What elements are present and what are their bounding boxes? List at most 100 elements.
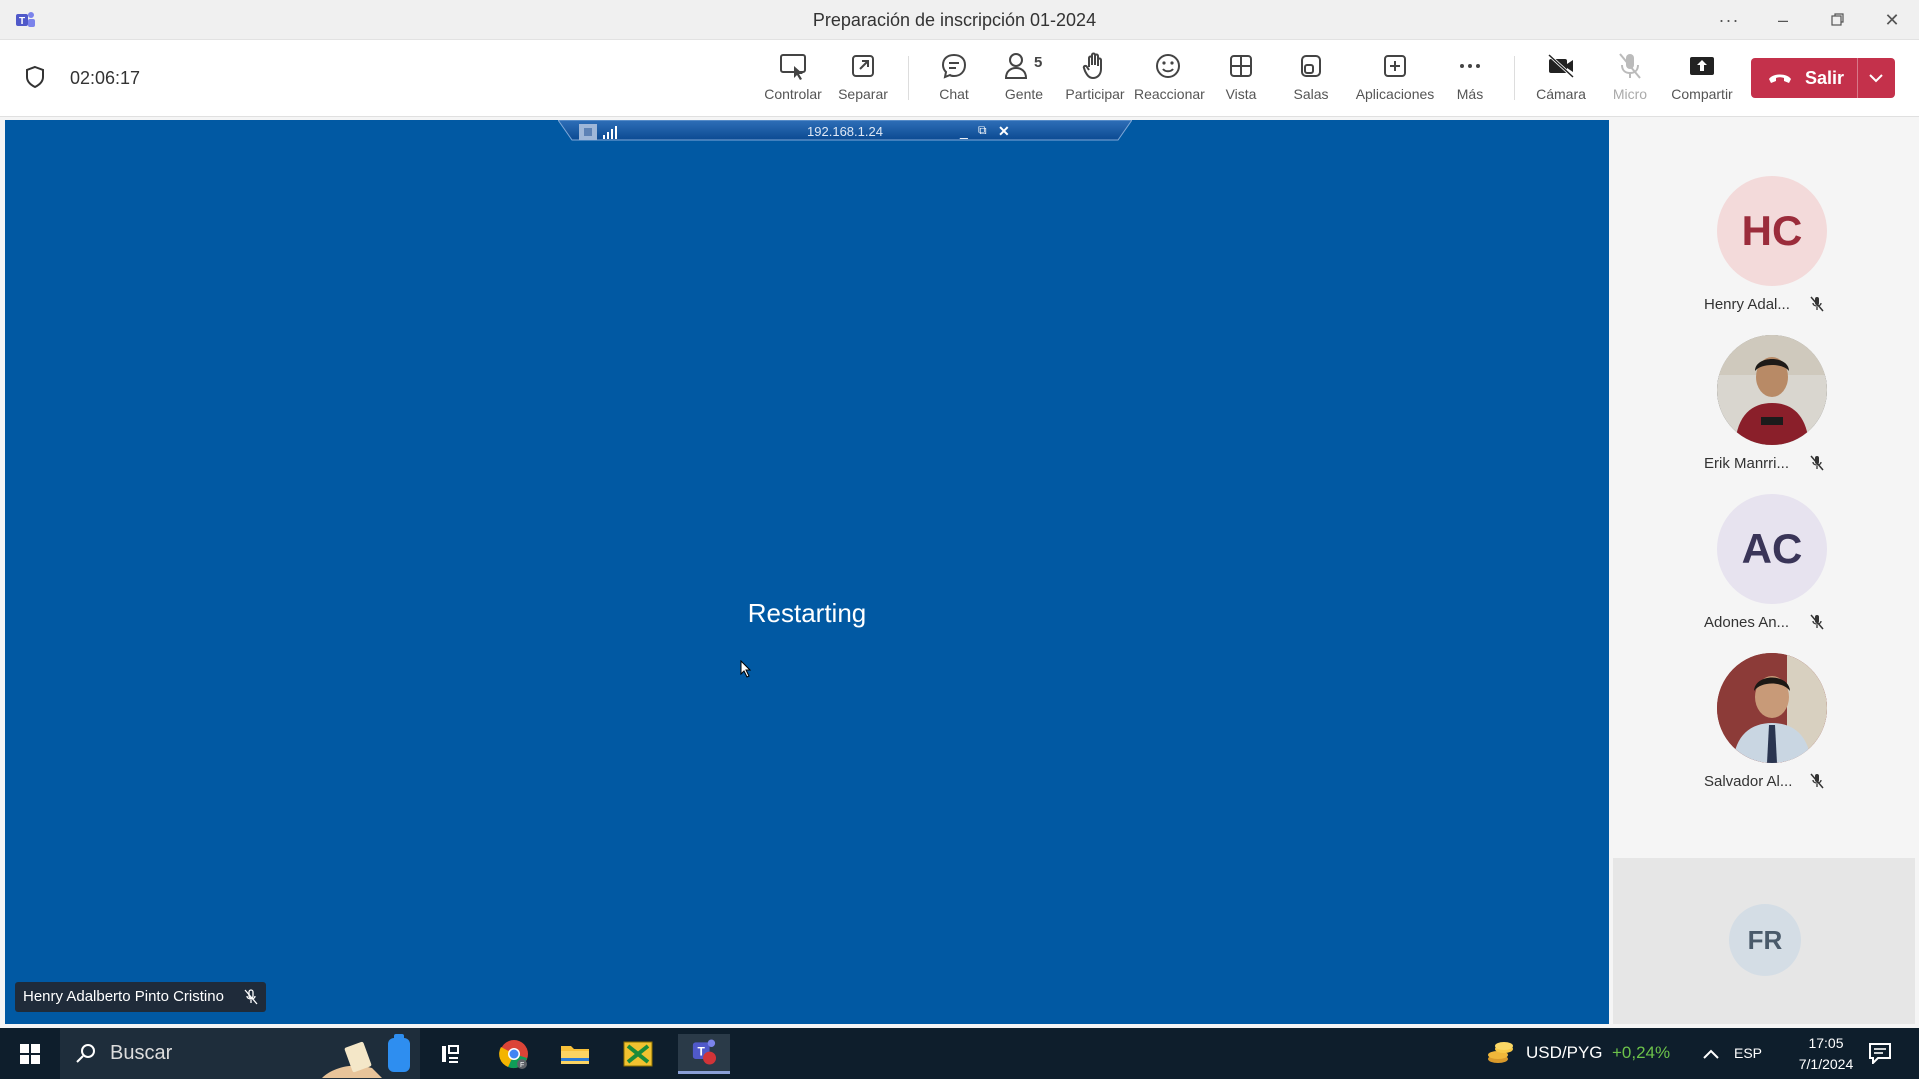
language-indicator[interactable]: ESP — [1734, 1045, 1762, 1061]
mouse-cursor-icon — [740, 660, 752, 678]
pop-out-icon — [852, 55, 874, 77]
camera-off-icon — [1547, 53, 1575, 79]
chat-button[interactable]: Chat — [924, 50, 984, 110]
toolbar-divider — [908, 56, 909, 100]
shield-icon — [26, 65, 44, 89]
control-icon — [780, 54, 806, 80]
presenter-name: Henry Adalberto Pinto Cristino — [23, 988, 224, 1005]
minimize-button[interactable]: – — [1768, 8, 1798, 32]
rd-close-button[interactable]: ✕ — [998, 123, 1010, 140]
people-count: 5 — [1034, 54, 1043, 71]
presenter-name-tag: Henry Adalberto Pinto Cristino — [15, 982, 266, 1012]
self-avatar: FR — [1729, 904, 1801, 976]
view-label: Vista — [1225, 86, 1257, 102]
search-icon — [76, 1044, 95, 1063]
rd-restore-button[interactable]: ⧉ — [978, 123, 987, 138]
shared-screen[interactable]: 192.168.1.24 _ ⧉ ✕ Restarting Henry Adal… — [5, 120, 1609, 1024]
raise-hand-button[interactable]: Participar — [1060, 50, 1130, 110]
taskbar-search[interactable]: Buscar — [60, 1028, 420, 1079]
people-label: Gente — [1004, 86, 1044, 102]
participant-name: Henry Adal... — [1704, 296, 1790, 313]
emoji-icon — [1156, 54, 1180, 78]
close-button[interactable]: ✕ — [1877, 8, 1907, 32]
more-options-icon[interactable]: ··· — [1714, 8, 1744, 32]
window-title: Preparación de inscripción 01-2024 — [812, 10, 1097, 30]
meeting-toolbar: 02:06:17 Controlar Separar Chat 5 Gente … — [0, 40, 1919, 117]
chat-icon — [941, 53, 967, 79]
currency-ticker-icon[interactable] — [1486, 1039, 1516, 1069]
avatar — [1717, 335, 1827, 445]
people-button[interactable]: 5 Gente — [994, 50, 1054, 110]
search-label: Buscar — [110, 1042, 173, 1064]
react-label: Reaccionar — [1134, 86, 1205, 102]
add-app-icon — [1384, 55, 1406, 77]
chat-label: Chat — [939, 86, 969, 102]
participant-photo — [1717, 653, 1827, 763]
participants-panel: HC Henry Adal... Erik Manrri... AC Adone… — [1609, 120, 1919, 1024]
hang-up-icon — [1769, 74, 1791, 83]
react-button[interactable]: Reaccionar — [1134, 50, 1205, 110]
mic-muted-icon — [1810, 455, 1824, 471]
more-icon — [1460, 64, 1480, 68]
pop-out-label: Separar — [838, 86, 888, 102]
remote-ip: 192.168.1.24 — [807, 124, 883, 139]
control-label: Controlar — [764, 86, 822, 102]
leave-button[interactable]: Salir — [1751, 58, 1895, 98]
restore-icon — [1831, 13, 1844, 26]
pop-out-button[interactable]: Separar — [830, 50, 896, 110]
more-label: Más — [1456, 86, 1484, 102]
apps-button[interactable]: Aplicaciones — [1350, 50, 1440, 110]
breakout-rooms-button[interactable]: Salas — [1280, 50, 1342, 110]
participant-name: Adones An... — [1704, 614, 1790, 631]
mic-muted-icon — [1810, 296, 1824, 312]
search-highlight-icon — [322, 1034, 410, 1078]
mic-muted-icon — [1810, 614, 1824, 630]
participant-photo — [1717, 335, 1827, 445]
self-video-tile[interactable]: FR — [1613, 858, 1915, 1024]
restore-button[interactable] — [1823, 8, 1853, 32]
task-view-icon[interactable] — [428, 1034, 472, 1074]
svg-text:F: F — [520, 1062, 524, 1069]
rd-minimize-button[interactable]: _ — [960, 123, 968, 139]
mic-label: Micro — [1612, 86, 1648, 102]
windows-start-icon[interactable] — [0, 1028, 58, 1079]
hand-icon — [1082, 52, 1102, 79]
teams-taskbar-icon[interactable]: T — [678, 1034, 730, 1074]
mic-button[interactable]: Micro — [1600, 50, 1660, 110]
chrome-icon[interactable]: F — [492, 1034, 536, 1074]
rooms-icon — [1301, 55, 1321, 77]
chevron-down-icon[interactable] — [1867, 70, 1885, 86]
file-explorer-icon[interactable] — [553, 1034, 597, 1074]
avatar: HC — [1717, 176, 1827, 286]
participant-name: Salvador Al... — [1704, 773, 1793, 790]
clock-time[interactable]: 17:05 — [1786, 1035, 1866, 1051]
toolbar-divider — [1514, 56, 1515, 100]
clock-date[interactable]: 7/1/2024 — [1776, 1056, 1876, 1072]
more-button[interactable]: Más — [1440, 50, 1500, 110]
camera-label: Cámara — [1536, 86, 1586, 102]
meeting-timer: 02:06:17 — [70, 68, 141, 88]
remote-desktop-app-icon[interactable] — [616, 1034, 660, 1074]
mic-off-icon — [1619, 53, 1641, 79]
camera-button[interactable]: Cámara — [1528, 50, 1594, 110]
share-icon — [1690, 57, 1714, 75]
ticker-change: +0,24% — [1612, 1043, 1671, 1062]
breakout-rooms-label: Salas — [1293, 86, 1329, 102]
title-bar: T Preparación de inscripción 01-2024 ···… — [0, 0, 1919, 40]
leave-divider — [1857, 58, 1858, 98]
view-button[interactable]: Vista — [1210, 50, 1272, 110]
apps-label: Aplicaciones — [1355, 86, 1435, 102]
leave-label: Salir — [1805, 68, 1845, 88]
status-text: Restarting — [747, 598, 867, 628]
share-label: Compartir — [1671, 86, 1733, 102]
notification-icon[interactable] — [1868, 1042, 1892, 1064]
people-icon — [1004, 53, 1028, 79]
share-button[interactable]: Compartir — [1664, 50, 1740, 110]
mic-muted-icon — [1810, 773, 1824, 789]
avatar: AC — [1717, 494, 1827, 604]
windows-taskbar: Buscar F T USD/PYG +0,24% ESP 17:05 7/1/… — [0, 1028, 1919, 1079]
control-button[interactable]: Controlar — [760, 50, 826, 110]
chevron-up-icon[interactable] — [1702, 1048, 1720, 1060]
avatar — [1717, 653, 1827, 763]
grid-icon — [1230, 55, 1252, 77]
